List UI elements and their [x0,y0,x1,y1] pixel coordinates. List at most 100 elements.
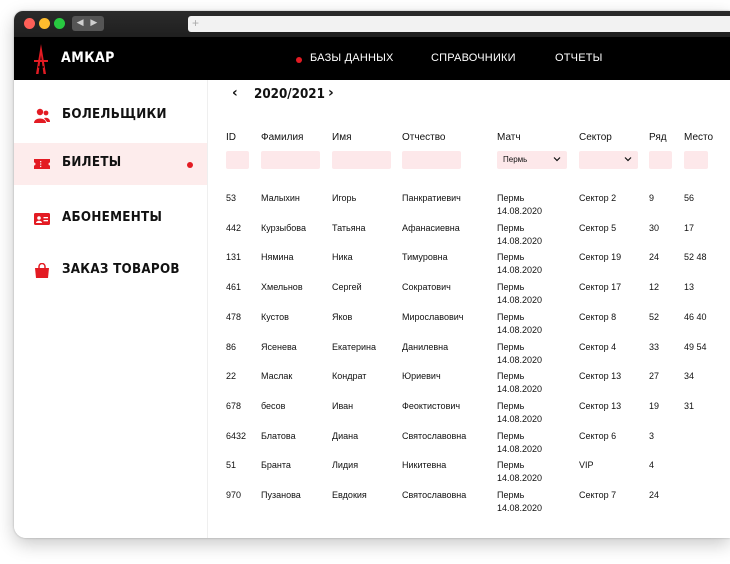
cell-sector: Сектор 4 [579,342,617,352]
cell-row: 33 [649,342,660,352]
column-header-match[interactable]: Матч [497,132,521,143]
new-tab-icon[interactable]: + [192,16,199,31]
column-header-first-name[interactable]: Имя [332,132,351,143]
column-header-row[interactable]: Ряд [649,132,667,143]
filter-id-input[interactable] [226,151,249,169]
cell-match-date: 14.08.2020 [497,236,543,246]
cell-match-city: Пермь [497,193,525,203]
cell-seat: 17 [684,223,695,233]
maximize-window-button[interactable] [54,18,65,29]
cell-seat: 34 [684,371,695,381]
cell-first-name: Кондрат [332,371,367,381]
filter-sector-select[interactable] [579,151,638,169]
cell-id: 678 [226,401,242,411]
cell-row: 19 [649,401,660,411]
filter-first-name-input[interactable] [332,151,391,169]
cell-first-name: Диана [332,431,359,441]
cell-id: 53 [226,193,237,203]
cell-middle-name: Святославовна [402,431,467,441]
sidebar: БОЛЕЛЬЩИКИ БИЛЕТЫ АБОНЕМЕНТЫ ЗАКАЗ ТОВАР… [14,80,208,538]
cell-id: 131 [226,252,242,262]
cell-match-date: 14.08.2020 [497,265,543,275]
ticket-icon [34,159,50,169]
cell-match-city: Пермь [497,312,525,322]
fans-icon [34,108,50,123]
cell-middle-name: Юриевич [402,371,441,381]
cell-match-city: Пермь [497,490,525,500]
cell-last-name: Ясенева [261,342,297,352]
season-prev-button[interactable]: ‹ [232,85,238,101]
close-window-button[interactable] [24,18,35,29]
cell-match-city: Пермь [497,223,525,233]
sidebar-item-label: ЗАКАЗ ТОВАРОВ [62,262,180,277]
cell-row: 3 [649,431,655,441]
cell-match-date: 14.08.2020 [497,384,543,394]
cell-match-date: 14.08.2020 [497,295,543,305]
cell-seat: 56 [684,193,695,203]
cell-match-city: Пермь [497,342,525,352]
column-header-last-name[interactable]: Фамилия [261,132,303,143]
cell-sector: Сектор 8 [579,312,617,322]
filter-match-select[interactable]: Пермь [497,151,567,169]
cell-sector: Сектор 13 [579,401,622,411]
back-forward-buttons[interactable]: ◀ ▶ [72,16,104,31]
id-card-icon [34,213,50,225]
column-header-sector[interactable]: Сектор [579,132,612,143]
cell-match-city: Пермь [497,401,525,411]
column-header-middle-name[interactable]: Отчество [402,132,445,143]
browser-window: ◀ ▶ + АМКАР БАЗЫ ДАННЫХ СПРАВОЧНИКИ ОТЧЕ… [14,11,730,538]
cell-last-name: Малыхин [261,193,300,203]
cell-sector: Сектор 13 [579,371,622,381]
cell-seat: 49 54 [684,342,707,352]
sidebar-item-subscriptions[interactable]: АБОНЕМЕНТЫ [14,198,207,240]
cell-match-date: 14.08.2020 [497,444,543,454]
cell-match-date: 14.08.2020 [497,503,543,513]
sidebar-item-tickets[interactable]: БИЛЕТЫ [14,143,207,185]
cell-last-name: Пузанова [261,490,301,500]
minimize-window-button[interactable] [39,18,50,29]
cell-last-name: Блатова [261,431,296,441]
cell-sector: Сектор 7 [579,490,617,500]
amkar-logo-icon [34,44,48,74]
cell-row: 24 [649,490,660,500]
cell-match-date: 14.08.2020 [497,206,543,216]
sidebar-item-merch-order[interactable]: ЗАКАЗ ТОВАРОВ [14,250,207,292]
cell-id: 22 [226,371,237,381]
nav-directories[interactable]: СПРАВОЧНИКИ [431,52,516,64]
cell-last-name: Нямина [261,252,294,262]
nav-databases[interactable]: БАЗЫ ДАННЫХ [310,52,394,64]
cell-sector: Сектор 6 [579,431,617,441]
cell-id: 6432 [226,431,247,441]
sidebar-item-label: БИЛЕТЫ [62,155,122,170]
cell-first-name: Лидия [332,460,359,470]
cell-match-city: Пермь [497,460,525,470]
cell-id: 461 [226,282,242,292]
nav-reports[interactable]: ОТЧЕТЫ [555,52,603,64]
cell-match-city: Пермь [497,431,525,441]
cell-last-name: Бранта [261,460,291,470]
sidebar-item-fans[interactable]: БОЛЕЛЬЩИКИ [14,95,207,137]
cell-middle-name: Афанасиевна [402,223,460,233]
cell-middle-name: Святославовна [402,490,467,500]
cell-middle-name: Сократович [402,282,451,292]
cell-seat: 13 [684,282,695,292]
address-bar[interactable]: + [188,16,730,32]
filter-middle-name-input[interactable] [402,151,461,169]
sidebar-item-label: БОЛЕЛЬЩИКИ [62,107,167,122]
browser-toolbar: ◀ ▶ + [14,11,730,37]
filter-row-input[interactable] [649,151,672,169]
cell-seat: 46 40 [684,312,707,322]
filter-last-name-input[interactable] [261,151,320,169]
cell-id: 970 [226,490,242,500]
sidebar-item-label: АБОНЕМЕНТЫ [62,210,163,225]
season-next-button[interactable]: › [328,85,334,101]
column-header-seat[interactable]: Место [684,132,713,143]
cell-row: 24 [649,252,660,262]
cell-last-name: Хмельнов [261,282,303,292]
cell-middle-name: Феоктистович [402,401,461,411]
cell-match-city: Пермь [497,282,525,292]
cell-seat: 31 [684,401,695,411]
filter-seat-input[interactable] [684,151,708,169]
cell-first-name: Яков [332,312,353,322]
column-header-id[interactable]: ID [226,132,236,143]
